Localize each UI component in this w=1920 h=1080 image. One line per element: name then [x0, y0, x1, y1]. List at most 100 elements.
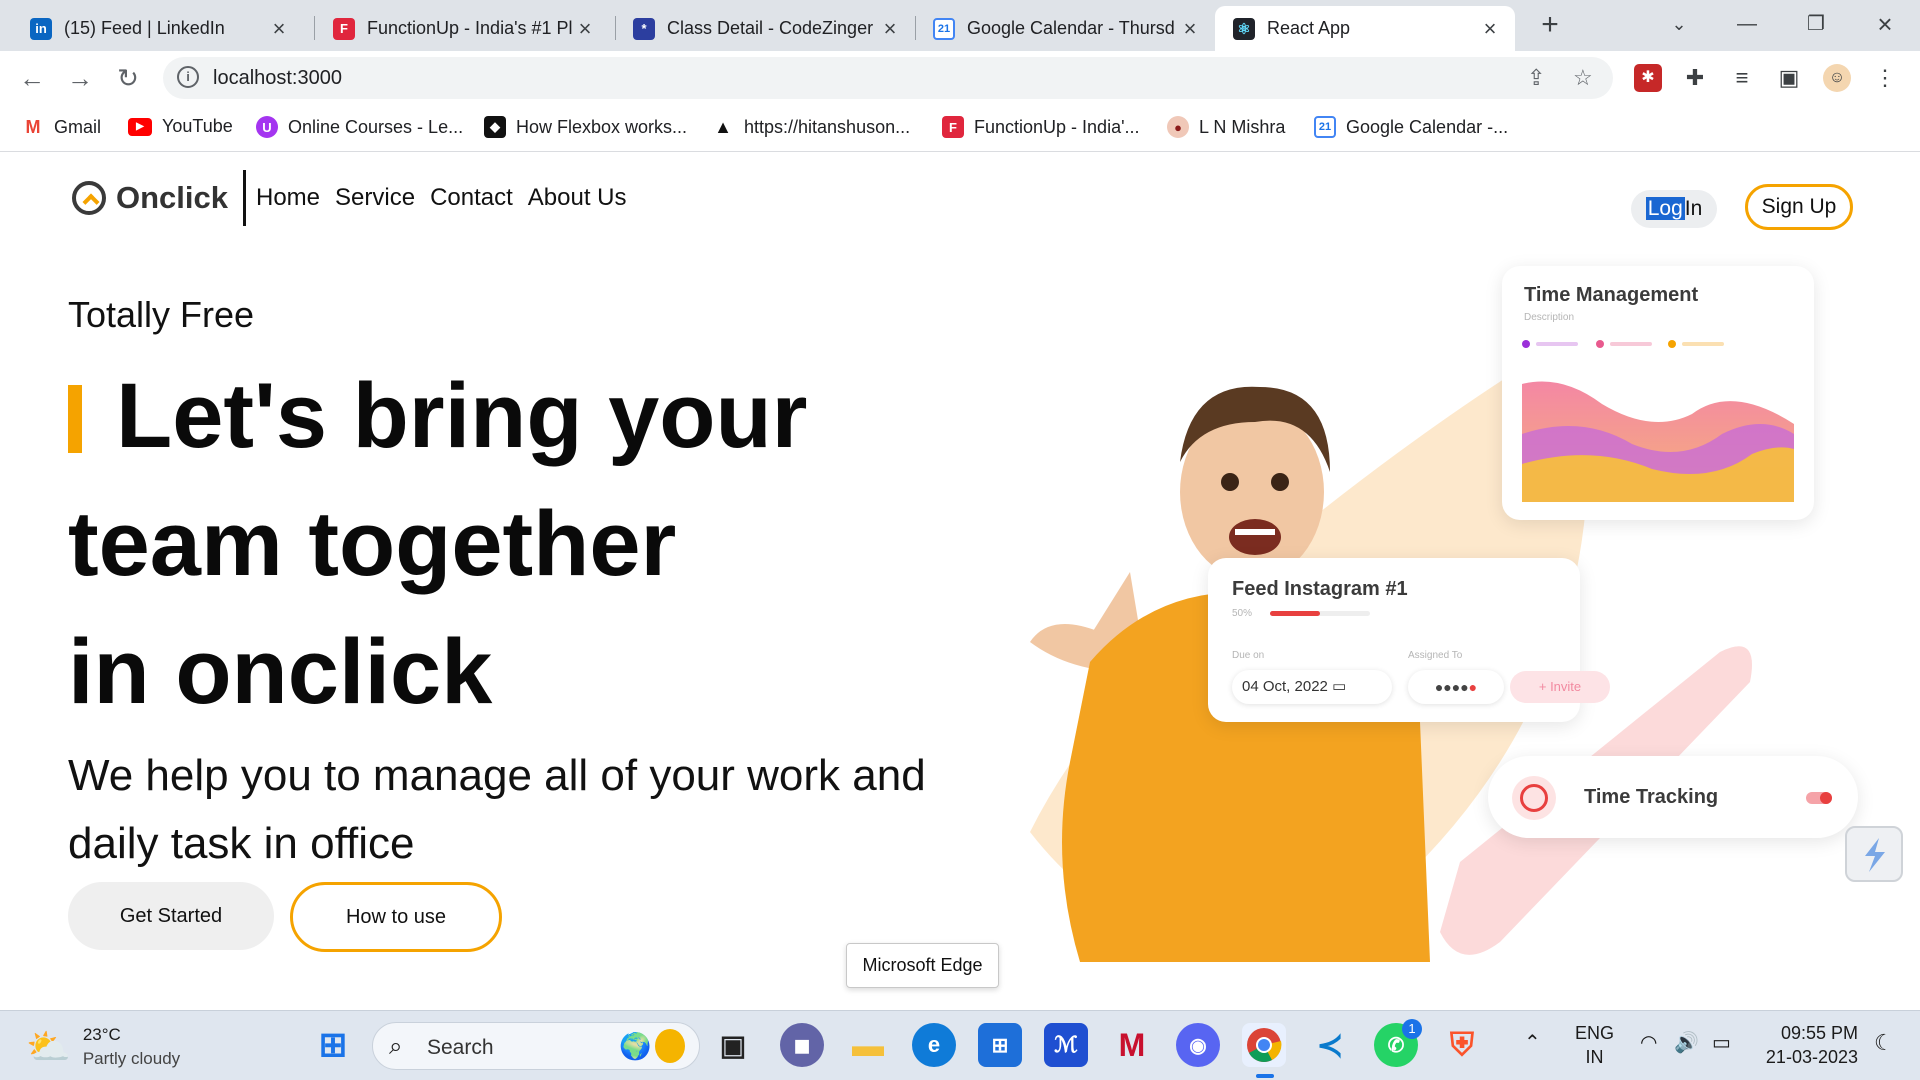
flexbox-icon: ◆ [484, 116, 506, 138]
windows-start-icon[interactable]: ⊞ [311, 1023, 355, 1067]
extension-icon[interactable]: ✱ [1634, 64, 1662, 92]
bookmark-online-courses[interactable]: U Online Courses - Le... [256, 116, 463, 138]
tab-search-chevron-icon[interactable]: ⌄ [1649, 6, 1709, 42]
bookmark-functionup[interactable]: F FunctionUp - India'... [942, 116, 1140, 138]
headline-line-1: Let's bring your [116, 365, 808, 467]
battery-icon[interactable]: ▭ [1712, 1031, 1731, 1055]
headline-line-2: team together [68, 493, 677, 595]
language-line-2: IN [1585, 1047, 1604, 1067]
site-info-icon[interactable]: i [177, 66, 199, 88]
triangle-icon: ▲ [714, 116, 732, 137]
google-calendar-icon: 21 [1314, 116, 1336, 138]
restore-icon[interactable]: ❐ [1786, 6, 1846, 42]
bookmark-ln-mishra[interactable]: ● L N Mishra [1167, 116, 1285, 138]
notifications-icon[interactable]: ☾ [1874, 1031, 1894, 1055]
nav-about-us[interactable]: About Us [528, 184, 627, 212]
signup-button[interactable]: Sign Up [1745, 184, 1853, 230]
nav-contact[interactable]: Contact [430, 184, 513, 212]
main-nav: Home Service Contact About Us [256, 184, 627, 212]
file-explorer-icon[interactable]: ▬ [846, 1023, 890, 1067]
address-url[interactable]: localhost:3000 [213, 67, 342, 90]
tab-title: (15) Feed | LinkedIn [64, 18, 225, 38]
vscode-icon[interactable]: ≺ [1308, 1023, 1352, 1067]
gmail-icon: M [25, 116, 41, 137]
task-view-icon[interactable]: ▣ [711, 1023, 755, 1067]
volume-icon[interactable]: 🔊 [1674, 1031, 1699, 1055]
media-control-icon[interactable]: ≡ [1728, 64, 1756, 92]
app-icon[interactable]: ℳ [1044, 1023, 1088, 1067]
assignee-avatars: ●●●●● [1408, 670, 1504, 704]
date: 21-03-2023 [1765, 1047, 1858, 1067]
tab-react-app[interactable]: ⚛ React App × [1215, 6, 1515, 51]
bookmark-star-icon[interactable]: ☆ [1573, 65, 1593, 91]
bookmark-google-calendar[interactable]: 21 Google Calendar -... [1314, 116, 1508, 138]
hero-illustration: Time Management Description Feed Instagr… [990, 252, 1870, 972]
tab-codezinger[interactable]: * Class Detail - CodeZinger × [615, 6, 915, 51]
language-indicator[interactable]: ENG IN [1575, 1021, 1614, 1069]
tab-google-calendar[interactable]: 21 Google Calendar - Thursd × [915, 6, 1215, 51]
edge-icon[interactable]: e [912, 1023, 956, 1067]
close-tab-icon[interactable]: × [879, 16, 901, 42]
address-bar[interactable]: i localhost:3000 ⇪ ☆ [163, 57, 1613, 99]
search-placeholder: Search [427, 1036, 494, 1059]
mcafee-icon[interactable]: M [1110, 1023, 1154, 1067]
side-panel-icon[interactable]: ▣ [1775, 64, 1803, 92]
functionup-icon: F [942, 116, 964, 138]
teams-chat-icon[interactable]: ◼ [780, 1023, 824, 1067]
tab-title: Class Detail - CodeZinger [667, 18, 874, 38]
reload-icon[interactable]: ↻ [110, 61, 146, 97]
youtube-icon: ▶ [128, 117, 152, 136]
nav-service[interactable]: Service [335, 184, 415, 212]
close-tab-icon[interactable]: × [574, 16, 596, 42]
taskbar-search[interactable]: ⌕ Search 🌍 [372, 1022, 700, 1070]
whatsapp-badge: 1 [1402, 1019, 1422, 1039]
nav-home[interactable]: Home [256, 184, 320, 212]
web-page: Onclick Home Service Contact About Us Lo… [0, 152, 1920, 1010]
chrome-icon[interactable] [1242, 1023, 1286, 1067]
clock-icon [1512, 776, 1556, 820]
microsoft-store-icon[interactable]: ⊞ [978, 1023, 1022, 1067]
close-tab-icon[interactable]: × [1479, 16, 1501, 42]
card-title: Feed Instagram #1 [1232, 578, 1408, 600]
sun-highlight-icon [655, 1029, 685, 1063]
weather-widget[interactable]: ⛅ 23°C Partly cloudy [26, 1023, 180, 1071]
tab-linkedin[interactable]: in (15) Feed | LinkedIn × [12, 6, 304, 51]
brave-icon[interactable]: ⛨ [1440, 1023, 1484, 1067]
accent-bar [68, 385, 82, 453]
wifi-icon[interactable]: ◠ [1640, 1031, 1657, 1055]
back-icon[interactable]: ← [14, 61, 50, 97]
new-tab-button[interactable]: + [1532, 8, 1568, 44]
language-line-1: ENG [1575, 1023, 1615, 1043]
bookmark-youtube[interactable]: ▶ YouTube [128, 116, 233, 137]
bookmark-gmail[interactable]: M Gmail [22, 116, 102, 138]
browser-toolbar: ← → ↻ i localhost:3000 ⇪ ☆ ✱ ✚ ≡ ▣ ☺ ⋮ [0, 51, 1920, 106]
close-tab-icon[interactable]: × [1179, 16, 1201, 42]
discord-icon[interactable]: ◉ [1176, 1023, 1220, 1067]
brand-logo[interactable]: Onclick [72, 180, 228, 216]
bookmarks-bar: M Gmail ▶ YouTube U Online Courses - Le.… [0, 106, 1920, 152]
menu-kebab-icon[interactable]: ⋮ [1871, 64, 1899, 92]
how-to-use-button[interactable]: How to use [290, 882, 502, 952]
login-button[interactable]: LogIn [1631, 190, 1717, 228]
edge-sidebar-shortcut-icon[interactable] [1845, 826, 1903, 882]
tab-functionup[interactable]: F FunctionUp - India's #1 Pl × [315, 6, 610, 51]
tab-title: FunctionUp - India's #1 Pl [367, 18, 573, 38]
close-window-icon[interactable]: × [1855, 6, 1915, 42]
login-text: In [1684, 197, 1703, 220]
close-tab-icon[interactable]: × [268, 16, 290, 42]
login-selected-text: Log [1645, 197, 1685, 220]
show-hidden-icons-icon[interactable]: ⌃ [1524, 1031, 1541, 1055]
minimize-icon[interactable]: — [1717, 6, 1777, 42]
bookmark-hitanshu[interactable]: ▲ https://hitanshuson... [712, 116, 910, 138]
nav-divider [243, 170, 246, 226]
forward-icon[interactable]: → [62, 61, 98, 97]
profile-avatar[interactable]: ☺ [1823, 64, 1851, 92]
bookmark-label: L N Mishra [1199, 116, 1286, 137]
extensions-puzzle-icon[interactable]: ✚ [1681, 64, 1709, 92]
bookmark-flexbox[interactable]: ◆ How Flexbox works... [484, 116, 687, 138]
time-management-card: Time Management Description [1502, 266, 1814, 520]
share-icon[interactable]: ⇪ [1527, 65, 1545, 91]
feed-instagram-card: Feed Instagram #1 50% Due on Assigned To… [1208, 558, 1610, 722]
get-started-button[interactable]: Get Started [68, 882, 274, 950]
clock[interactable]: 09:55 PM 21-03-2023 [1760, 1021, 1858, 1069]
